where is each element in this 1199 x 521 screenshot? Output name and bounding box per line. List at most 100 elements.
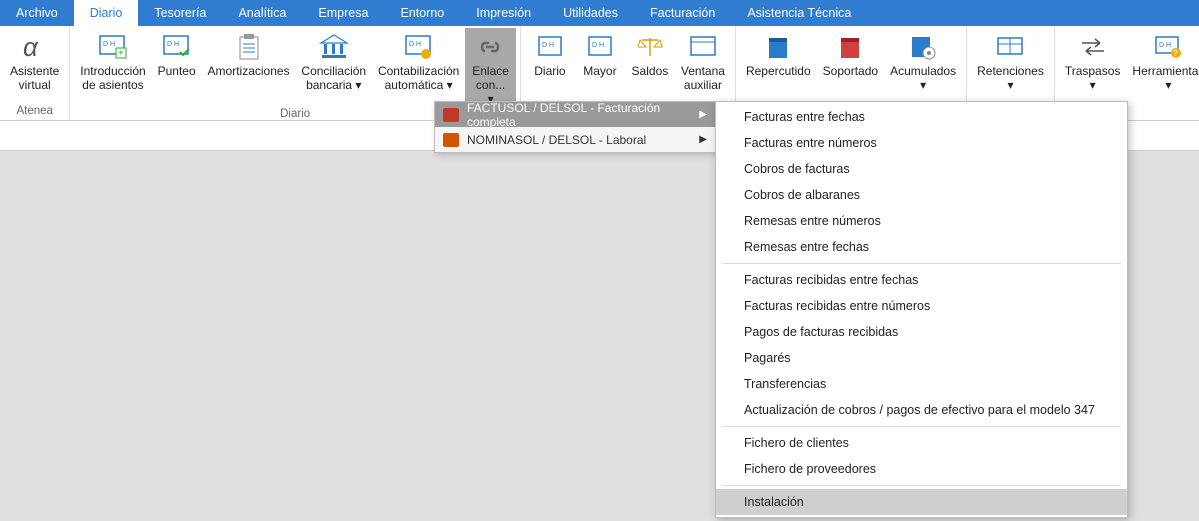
balance-icon (634, 31, 666, 63)
introduccion-asientos-button[interactable]: D H+ Introducción de asientos (74, 28, 151, 93)
asistente-virtual-button[interactable]: α Asistente virtual (4, 28, 65, 93)
retenciones-button[interactable]: Retenciones ▾ (971, 28, 1050, 93)
menu-item[interactable]: Facturas entre números (716, 130, 1127, 156)
ledger-plus-icon: D H+ (97, 31, 129, 63)
button-label: Asistente virtual (10, 65, 59, 93)
button-label: Punteo (158, 65, 196, 79)
button-label: Amortizaciones (208, 65, 290, 79)
amortizaciones-button[interactable]: Amortizaciones (202, 28, 296, 79)
svg-text:+: + (118, 48, 124, 59)
group-label: Atenea (4, 103, 65, 120)
clipboard-icon (233, 31, 265, 63)
window-icon (687, 31, 719, 63)
ledger-auto-icon: D H (403, 31, 435, 63)
nominasol-icon (443, 133, 459, 147)
menu-item[interactable]: Facturas recibidas entre fechas (716, 267, 1127, 293)
table-icon (994, 31, 1026, 63)
arrows-icon (1077, 31, 1109, 63)
menu-analitica[interactable]: Analítica (222, 0, 302, 26)
menu-diario[interactable]: Diario (74, 0, 139, 26)
link-icon (475, 31, 507, 63)
menu-tesoreria[interactable]: Tesorería (138, 0, 222, 26)
submenu-item-label: NOMINASOL / DELSOL - Laboral (467, 133, 699, 147)
button-label: Ventana auxiliar (681, 65, 725, 93)
ledger-icon: D H (534, 31, 566, 63)
ventana-auxiliar-button[interactable]: Ventana auxiliar (675, 28, 731, 93)
svg-text:α: α (23, 32, 39, 62)
submenu-item-factusol[interactable]: FACTUSOL / DELSOL - Facturación completa… (435, 102, 715, 127)
svg-text:D H: D H (1159, 42, 1171, 49)
menu-item[interactable]: Remesas entre fechas (716, 234, 1127, 260)
menu-archivo[interactable]: Archivo (0, 0, 74, 26)
conciliacion-bancaria-button[interactable]: Conciliación bancaria ▾ (295, 28, 372, 93)
menu-empresa[interactable]: Empresa (302, 0, 384, 26)
ledger-icon: D H (584, 31, 616, 63)
menu-item[interactable]: Instalación (716, 489, 1127, 515)
menu-item[interactable]: Actualización de cobros / pagos de efect… (716, 397, 1127, 423)
enlace-con-button[interactable]: Enlace con... ▾ (465, 28, 516, 106)
factusol-icon (443, 108, 459, 122)
button-label: Saldos (632, 65, 669, 79)
contabilizacion-automatica-button[interactable]: D H Contabilización automática ▾ (372, 28, 465, 93)
button-label: Introducción de asientos (80, 65, 145, 93)
svg-text:D H: D H (167, 41, 179, 48)
button-label: Contabilización automática ▾ (378, 65, 459, 93)
submenu-item-nominasol[interactable]: NOMINASOL / DELSOL - Laboral ▶ (435, 127, 715, 152)
alpha-icon: α (19, 31, 51, 63)
diario-button[interactable]: D H Diario (525, 28, 575, 79)
svg-text:D H: D H (409, 41, 421, 48)
menu-item[interactable]: Transferencias (716, 371, 1127, 397)
mayor-button[interactable]: D H Mayor (575, 28, 625, 79)
menu-item[interactable]: Cobros de albaranes (716, 182, 1127, 208)
menu-facturacion[interactable]: Facturación (634, 0, 731, 26)
book-gear-icon (907, 31, 939, 63)
menu-utilidades[interactable]: Utilidades (547, 0, 634, 26)
traspasos-button[interactable]: Traspasos ▾ (1059, 28, 1127, 93)
punteo-button[interactable]: D H Punteo (152, 28, 202, 79)
chevron-right-icon: ▶ (699, 109, 707, 120)
button-label: Diario (534, 65, 565, 79)
menubar: Archivo Diario Tesorería Analítica Empre… (0, 0, 1199, 26)
ledger-q-icon: D H? (1152, 31, 1184, 63)
menu-asistencia[interactable]: Asistencia Técnica (731, 0, 867, 26)
menu-entorno[interactable]: Entorno (384, 0, 460, 26)
book-blue-icon (762, 31, 794, 63)
ledger-check-icon: D H (161, 31, 193, 63)
ribbon-group-atenea: α Asistente virtual Atenea (0, 26, 70, 120)
submenu-item-label: FACTUSOL / DELSOL - Facturación completa (467, 101, 699, 129)
svg-text:D H: D H (103, 41, 115, 48)
herramientas-button[interactable]: D H? Herramientas ▾ (1126, 28, 1199, 93)
chevron-right-icon: ▶ (699, 134, 707, 145)
menu-item[interactable]: Facturas entre fechas (716, 104, 1127, 130)
button-label: Traspasos ▾ (1065, 65, 1121, 93)
button-label: Repercutido (746, 65, 811, 79)
menu-item[interactable]: Fichero de proveedores (716, 456, 1127, 482)
button-label: Herramientas ▾ (1132, 65, 1199, 93)
soportado-button[interactable]: Soportado (817, 28, 884, 79)
bank-icon (318, 31, 350, 63)
menu-separator (722, 263, 1121, 264)
svg-text:D H: D H (592, 42, 604, 49)
svg-text:?: ? (1173, 49, 1178, 58)
svg-text:D H: D H (542, 42, 554, 49)
menu-item[interactable]: Fichero de clientes (716, 430, 1127, 456)
repercutido-button[interactable]: Repercutido (740, 28, 817, 79)
menu-impresion[interactable]: Impresión (460, 0, 547, 26)
button-label: Soportado (823, 65, 878, 79)
menu-item[interactable]: Pagos de facturas recibidas (716, 319, 1127, 345)
book-red-icon (834, 31, 866, 63)
menu-separator (722, 426, 1121, 427)
enlace-con-submenu: FACTUSOL / DELSOL - Facturación completa… (434, 101, 716, 153)
menu-item[interactable]: Facturas recibidas entre números (716, 293, 1127, 319)
menu-item[interactable]: Cobros de facturas (716, 156, 1127, 182)
button-label: Conciliación bancaria ▾ (301, 65, 366, 93)
acumulados-button[interactable]: Acumulados ▾ (884, 28, 962, 93)
button-label: Retenciones ▾ (977, 65, 1044, 93)
button-label: Mayor (583, 65, 616, 79)
saldos-button[interactable]: Saldos (625, 28, 675, 79)
factusol-submenu: Facturas entre fechasFacturas entre núme… (715, 101, 1128, 518)
menu-separator (722, 485, 1121, 486)
menu-item[interactable]: Pagarés (716, 345, 1127, 371)
menu-item[interactable]: Remesas entre números (716, 208, 1127, 234)
button-label: Acumulados ▾ (890, 65, 956, 93)
